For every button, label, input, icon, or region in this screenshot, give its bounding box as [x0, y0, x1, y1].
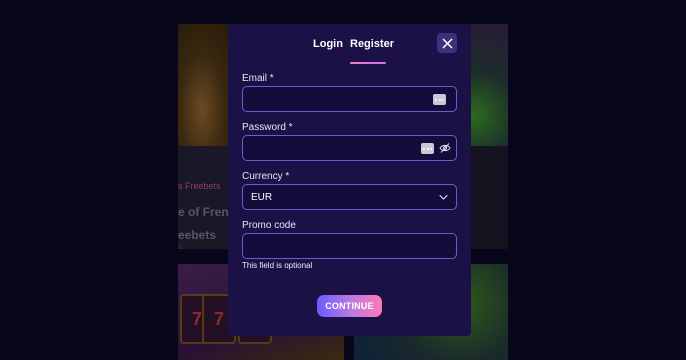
promo-code-hint: This field is optional: [242, 261, 313, 270]
close-button[interactable]: [437, 33, 457, 53]
promo-title: e of Frenc eebets: [178, 201, 235, 247]
autofill-icon[interactable]: [433, 94, 446, 105]
background-game-card: [470, 24, 508, 249]
password-label: Password *: [242, 122, 293, 133]
continue-button[interactable]: CONTINUE: [317, 295, 382, 317]
currency-value: EUR: [251, 192, 273, 203]
chevron-down-icon: [439, 194, 448, 200]
active-tab-indicator: [350, 62, 386, 64]
currency-label: Currency *: [242, 171, 290, 182]
currency-select[interactable]: EUR: [242, 184, 457, 210]
eye-off-icon[interactable]: [439, 142, 451, 154]
autofill-icon[interactable]: [421, 143, 434, 154]
promo-code-field[interactable]: [242, 233, 457, 259]
promo-title-line: e of Frenc: [178, 205, 236, 219]
game-image: [470, 24, 508, 146]
tab-register[interactable]: Register: [350, 38, 394, 50]
promo-code-label: Promo code: [242, 220, 296, 231]
register-modal: Login Register Email * Password * Curren…: [228, 24, 471, 336]
auth-tabs: Login Register: [228, 36, 471, 66]
email-label: Email *: [242, 73, 274, 84]
promo-title-line: eebets: [178, 228, 217, 242]
close-icon: [442, 38, 452, 48]
promo-tag: s Freebets: [178, 181, 221, 191]
tab-login[interactable]: Login: [313, 38, 343, 50]
email-field[interactable]: [242, 86, 457, 112]
